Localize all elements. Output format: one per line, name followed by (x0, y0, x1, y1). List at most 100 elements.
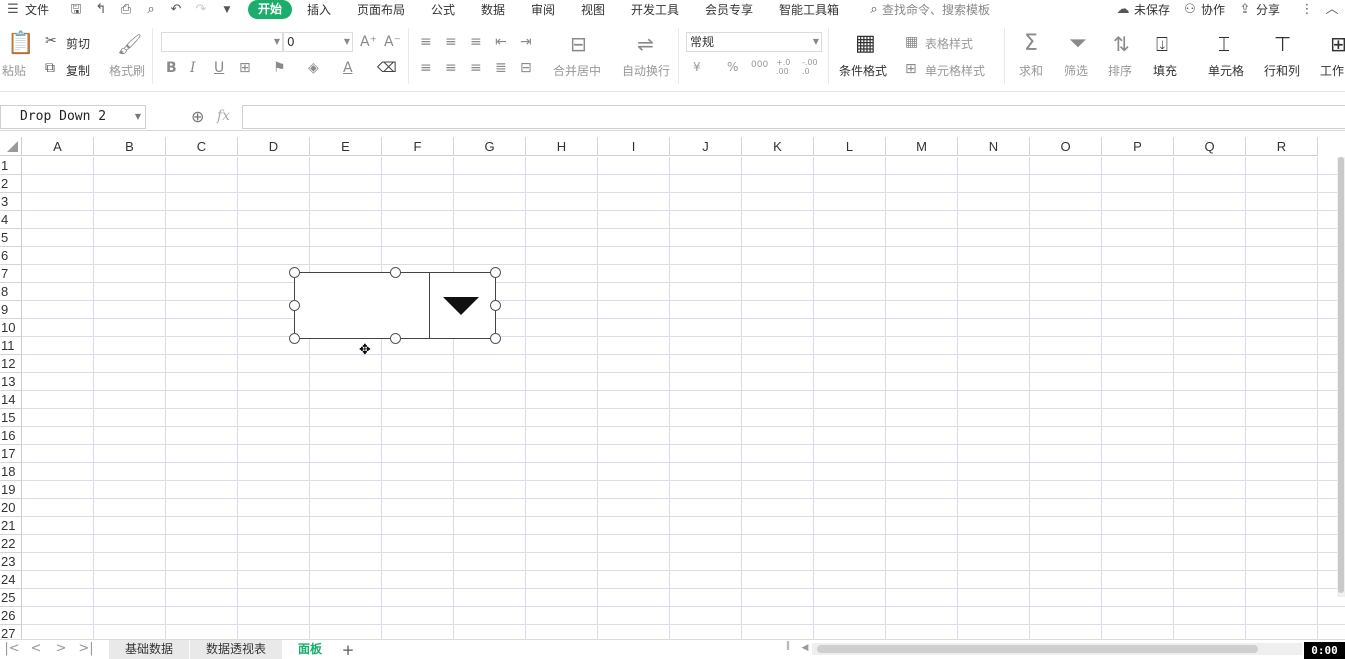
row-header[interactable]: 25 (0, 589, 22, 607)
row-header[interactable]: 22 (0, 535, 22, 553)
worksheet-icon[interactable]: ⊞ (1330, 32, 1345, 56)
row-header[interactable]: 4 (0, 211, 22, 229)
distributed-icon[interactable]: ⊟ (520, 60, 532, 76)
more-options-icon[interactable]: ⋮ (1299, 2, 1315, 18)
column-header[interactable]: C (166, 137, 238, 156)
row-header[interactable]: 16 (0, 427, 22, 445)
spreadsheet-grid[interactable]: ABCDEFGHIJKLMNOPQR 1 2 3 4 5 6 7 8 9 10 11 12 13 14 15… (0, 137, 1345, 639)
conditional-format-icon[interactable]: ▦ (855, 32, 876, 56)
increase-decimal-button[interactable]: +.0 .00 (776, 58, 796, 76)
decrease-decimal-button[interactable]: -.00 .0 (802, 58, 822, 76)
file-menu[interactable]: 文件 (25, 0, 49, 20)
save-icon[interactable]: 🖫 (68, 2, 84, 18)
row-header[interactable]: 3 (0, 193, 22, 211)
redo-icon[interactable]: ↷ (193, 2, 209, 18)
quick-access-dropdown-icon[interactable]: ▼ (219, 2, 235, 18)
drop-down-control[interactable] (294, 272, 496, 339)
row-header[interactable]: 9 (0, 301, 22, 319)
fx-icon[interactable]: fx (217, 108, 230, 124)
sheet-tab-basic-data[interactable]: 基础数据 (109, 640, 190, 659)
tab-home[interactable]: 开始 (248, 0, 293, 19)
formula-input[interactable] (242, 105, 1345, 129)
paste-icon[interactable]: 📋 (7, 32, 34, 56)
first-sheet-icon[interactable]: |< (4, 641, 20, 656)
column-header[interactable]: R (1246, 137, 1318, 156)
column-header[interactable]: F (382, 137, 454, 156)
align-bottom-icon[interactable]: ≡ (470, 34, 482, 50)
filter-button[interactable]: 筛选 (1064, 62, 1088, 79)
sheet-tab-panel[interactable]: 面板 (282, 640, 339, 659)
resize-handle-bottom[interactable] (390, 333, 401, 344)
sort-button[interactable]: 排序 (1108, 62, 1132, 79)
vertical-scroll-thumb[interactable] (1338, 157, 1344, 593)
copy-button[interactable]: 复制 (66, 62, 90, 79)
export-icon[interactable]: ↰ (93, 2, 109, 18)
row-header[interactable]: 7 (0, 265, 22, 283)
tab-review[interactable]: 审阅 (531, 0, 555, 20)
split-handle-icon[interactable]: ‖ (780, 641, 796, 651)
column-header[interactable]: M (886, 137, 958, 156)
command-search[interactable]: 查找命令、搜索模板 (882, 0, 990, 20)
next-sheet-icon[interactable]: > (53, 641, 69, 656)
font-size-select[interactable]: 0 ▼ (283, 32, 353, 52)
row-header[interactable]: 24 (0, 571, 22, 589)
increase-font-icon[interactable]: A⁺ (360, 34, 377, 50)
filter-icon[interactable]: ⏷ (1069, 32, 1087, 56)
name-box[interactable]: Drop Down 2 ▼ (0, 105, 146, 129)
sum-icon[interactable]: Σ (1024, 32, 1038, 56)
column-header[interactable]: E (310, 137, 382, 156)
vertical-scrollbar[interactable] (1337, 157, 1345, 597)
row-header[interactable]: 11 (0, 337, 22, 355)
row-header[interactable]: 13 (0, 373, 22, 391)
paste-button[interactable]: 粘贴 (2, 62, 26, 79)
align-center-icon[interactable]: ≡ (445, 60, 457, 76)
row-header[interactable]: 12 (0, 355, 22, 373)
row-header[interactable]: 2 (0, 175, 22, 193)
row-header[interactable]: 20 (0, 499, 22, 517)
format-painter-icon[interactable]: 🖌 (117, 32, 142, 56)
prev-sheet-icon[interactable]: < (28, 641, 44, 656)
row-column-button[interactable]: 行和列 (1264, 62, 1300, 79)
bold-icon[interactable]: B (166, 60, 177, 76)
tab-member[interactable]: 会员专享 (705, 0, 753, 20)
percent-format-button[interactable]: % (727, 60, 738, 74)
tab-view[interactable]: 视图 (581, 0, 605, 20)
add-sheet-button[interactable]: + (340, 641, 356, 659)
decrease-indent-icon[interactable]: ⇤ (495, 34, 507, 50)
align-middle-icon[interactable]: ≡ (445, 34, 457, 50)
column-header[interactable]: G (454, 137, 526, 156)
share-button[interactable]: 分享 (1256, 0, 1280, 20)
cell-icon[interactable]: ⌶ (1218, 32, 1230, 56)
row-header[interactable]: 6 (0, 247, 22, 265)
collapse-ribbon-icon[interactable]: ︿ (1324, 2, 1340, 18)
row-header[interactable]: 18 (0, 463, 22, 481)
underline-icon[interactable]: U (214, 60, 224, 76)
align-top-icon[interactable]: ≡ (420, 34, 432, 50)
cut-button[interactable]: 剪切 (66, 35, 90, 52)
column-header[interactable]: A (22, 137, 94, 156)
dropdown-arrow-icon[interactable] (443, 297, 479, 315)
sum-button[interactable]: 求和 (1019, 62, 1043, 79)
resize-handle-bottom-left[interactable] (289, 333, 300, 344)
row-header[interactable]: 27 (0, 625, 22, 639)
font-color-icon[interactable]: A (343, 60, 353, 76)
column-header[interactable]: Q (1174, 137, 1246, 156)
column-header[interactable]: J (670, 137, 742, 156)
resize-handle-left[interactable] (289, 300, 300, 311)
format-painter-button[interactable]: 格式刷 (109, 62, 145, 79)
column-header[interactable]: O (1030, 137, 1102, 156)
row-header[interactable]: 14 (0, 391, 22, 409)
eraser-icon[interactable]: ⌫ (377, 60, 397, 76)
column-header[interactable]: H (526, 137, 598, 156)
row-header[interactable]: 23 (0, 553, 22, 571)
hamburger-menu-icon[interactable]: ☰ (5, 2, 21, 18)
align-right-icon[interactable]: ≡ (470, 60, 482, 76)
merge-center-button[interactable]: 合并居中 (553, 62, 601, 79)
column-header[interactable]: B (94, 137, 166, 156)
tab-developer[interactable]: 开发工具 (631, 0, 679, 20)
column-header[interactable]: D (238, 137, 310, 156)
column-header[interactable]: K (742, 137, 814, 156)
row-header[interactable]: 8 (0, 283, 22, 301)
scroll-left-icon[interactable]: ◀ (797, 643, 813, 653)
row-column-icon[interactable]: ⊤ (1274, 32, 1291, 56)
